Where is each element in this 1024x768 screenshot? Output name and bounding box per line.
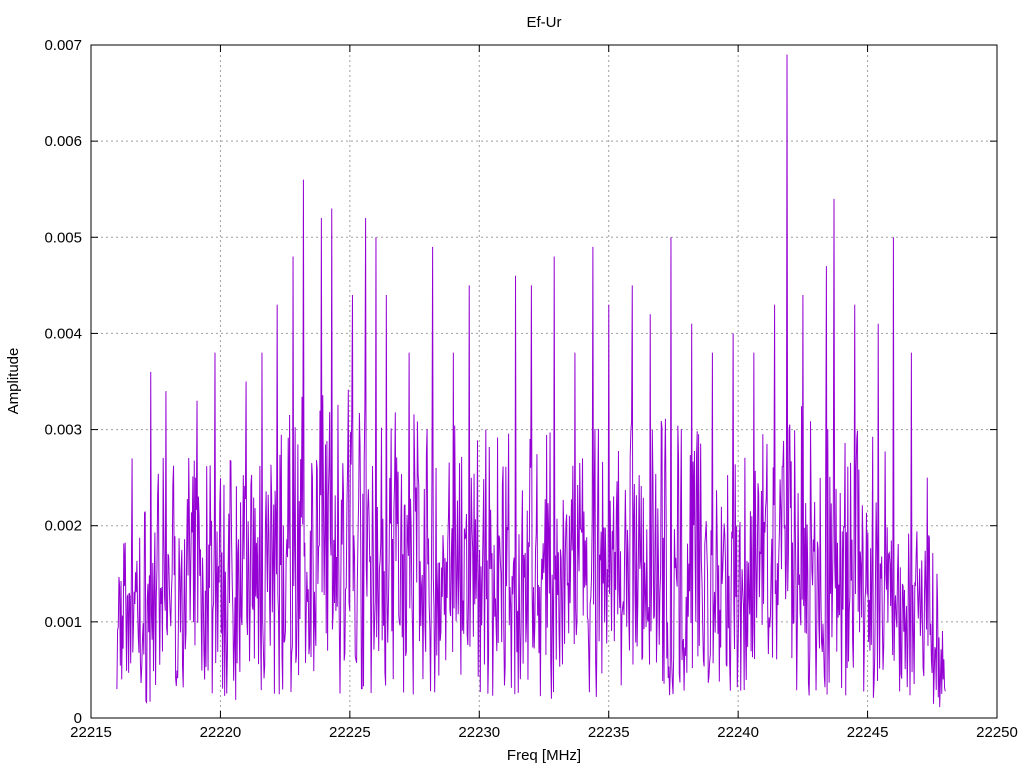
y-tick-label: 0.002: [44, 518, 82, 535]
y-tick-label: 0: [74, 710, 82, 727]
amplitude-series-line: [116, 54, 946, 708]
x-tick-label: 22225: [329, 724, 371, 741]
plot-frame: [90, 44, 998, 719]
tick-layer: [90, 44, 998, 719]
x-tick-label: 22235: [588, 724, 630, 741]
y-tick-label: 0.004: [44, 325, 82, 342]
plot-border: [90, 44, 998, 719]
y-tick-label: 0.007: [44, 37, 82, 54]
y-tick-label: 0.005: [44, 229, 82, 246]
grid-layer: [91, 45, 997, 718]
y-tick-label: 0.003: [44, 422, 82, 439]
y-tick-label: 0.006: [44, 133, 82, 150]
x-tick-label: 22220: [200, 724, 242, 741]
x-tick-label: 22240: [717, 724, 759, 741]
chart-title: Ef-Ur: [527, 14, 562, 31]
y-tick-label: 0.001: [44, 614, 82, 631]
amplitude-chart: 22215 22220 22225 22230 22235 22240 22245 22250…: [5, 14, 1018, 764]
x-axis-label: Freq [MHz]: [507, 747, 581, 764]
x-tick-label: 22230: [458, 724, 500, 741]
x-tick-label: 22250: [976, 724, 1018, 741]
y-axis-label: Amplitude: [5, 348, 22, 415]
x-tick-label: 22245: [847, 724, 889, 741]
series-layer: [116, 54, 946, 708]
